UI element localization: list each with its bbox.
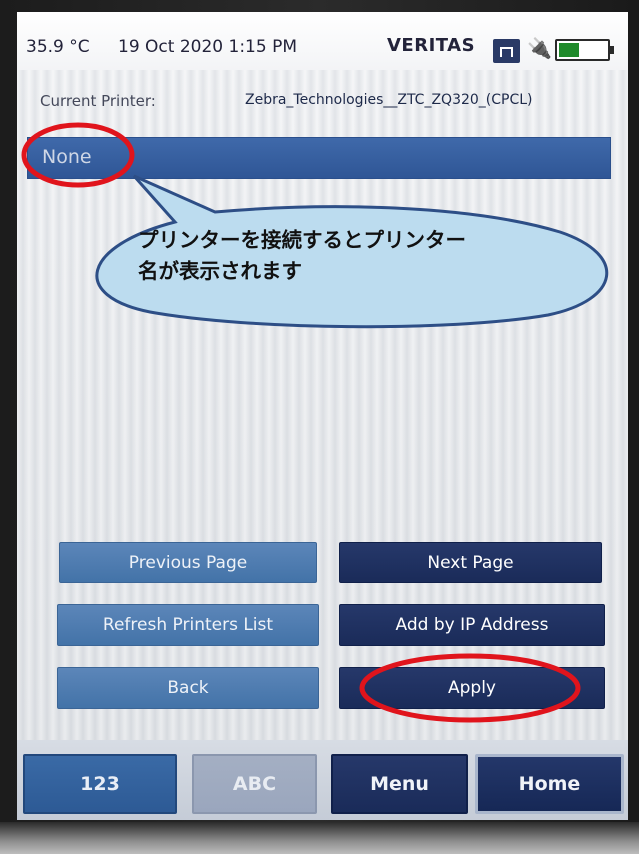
callout-line-1: プリンターを接続するとプリンター <box>138 228 466 252</box>
annotation-overlay <box>21 122 608 723</box>
highlight-ellipse-apply <box>359 653 581 723</box>
callout-text: プリンターを接続するとプリンター 名が表示されます <box>138 225 558 287</box>
highlight-ellipse-none <box>21 122 135 188</box>
callout-line-2: 名が表示されます <box>138 259 302 283</box>
